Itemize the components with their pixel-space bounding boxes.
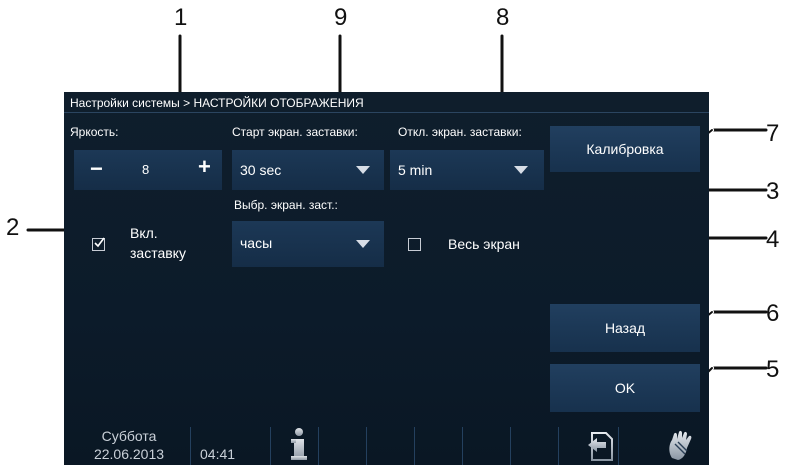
screensaver-choice-value: часы xyxy=(240,235,273,251)
status-bar: Суббота 22.06.2013 04:41 xyxy=(64,427,709,465)
status-divider xyxy=(414,427,415,465)
brightness-value: 8 xyxy=(142,162,150,177)
info-icon[interactable] xyxy=(288,427,312,461)
enable-screensaver-checkbox[interactable] xyxy=(92,237,105,251)
status-divider xyxy=(270,427,271,465)
screensaver-start-dropdown[interactable]: 30 sec xyxy=(232,150,384,190)
hand-cleaning-icon[interactable] xyxy=(666,430,694,462)
fullscreen-checkbox[interactable] xyxy=(408,238,421,251)
checkmark-icon xyxy=(94,237,105,248)
ok-button[interactable]: OK xyxy=(550,364,700,412)
brightness-increase-button[interactable]: + xyxy=(198,154,211,180)
screen-off-value: 5 min xyxy=(398,162,433,178)
brightness-label: Яркость: xyxy=(70,125,119,139)
status-day: Суббота xyxy=(101,428,157,444)
breadcrumb-divider xyxy=(64,112,709,113)
calibration-button[interactable]: Калибровка xyxy=(550,126,700,172)
chevron-down-icon xyxy=(356,166,370,174)
enable-screensaver-label-line2: заставку xyxy=(130,245,186,261)
brightness-decrease-button[interactable]: − xyxy=(90,156,103,182)
fullscreen-label: Весь экран xyxy=(448,236,520,252)
display-settings-screen: Настройки системы > НАСТРОЙКИ ОТОБРАЖЕНИ… xyxy=(64,92,709,465)
breadcrumb[interactable]: Настройки системы > НАСТРОЙКИ ОТОБРАЖЕНИ… xyxy=(70,96,364,110)
chevron-down-icon xyxy=(514,166,528,174)
chevron-down-icon xyxy=(356,240,370,248)
screensaver-choice-label: Выбр. экран. заст.: xyxy=(234,198,338,212)
status-divider xyxy=(618,427,619,465)
status-divider xyxy=(366,427,367,465)
status-divider xyxy=(510,427,511,465)
screen-off-dropdown[interactable]: 5 min xyxy=(390,150,544,190)
status-divider xyxy=(190,427,191,465)
status-divider xyxy=(558,427,559,465)
screensaver-start-label: Старт экран. заставки: xyxy=(232,125,358,139)
status-date: 22.06.2013 xyxy=(93,446,165,462)
status-divider xyxy=(318,427,319,465)
status-time: 04:41 xyxy=(200,446,236,462)
screensaver-start-value: 30 sec xyxy=(240,162,282,178)
screen-off-label: Откл. экран. заставки: xyxy=(398,125,522,139)
brightness-stepper: − 8 + xyxy=(74,150,222,190)
status-divider xyxy=(462,427,463,465)
enable-screensaver-label-line1: Вкл. xyxy=(130,225,158,241)
back-button[interactable]: Назад xyxy=(550,304,700,352)
return-icon[interactable] xyxy=(584,430,616,462)
screensaver-choice-dropdown[interactable]: часы xyxy=(232,221,384,267)
